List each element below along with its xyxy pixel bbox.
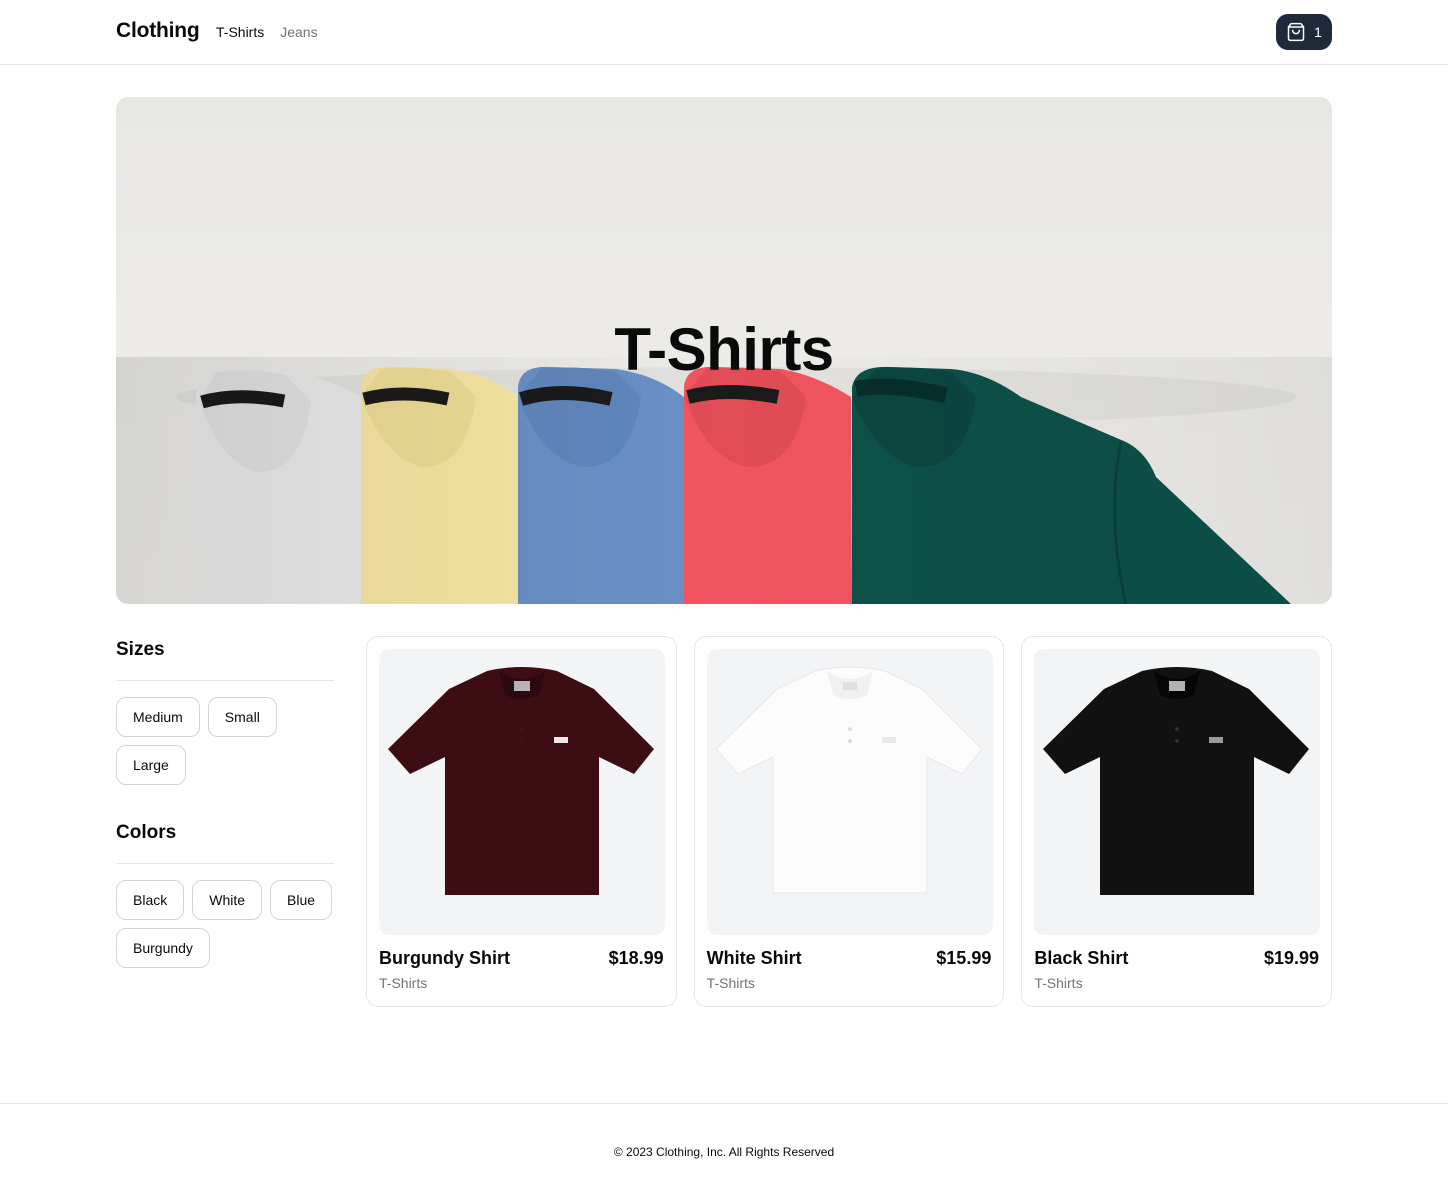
nav-link-jeans[interactable]: Jeans <box>280 24 317 40</box>
product-price: $19.99 <box>1263 948 1320 968</box>
hero-title: T-Shirts <box>614 316 834 383</box>
product-image[interactable] <box>379 649 665 935</box>
colors-filter: Colors Black White Blue Burgundy <box>116 819 334 968</box>
color-chip-white[interactable]: White <box>192 880 263 920</box>
product-card[interactable]: Burgundy Shirt $18.99 T-Shirts <box>366 636 677 1007</box>
size-chip-large[interactable]: Large <box>116 745 186 785</box>
site-logo[interactable]: Clothing <box>116 19 200 43</box>
colors-options: Black White Blue Burgundy <box>116 880 334 968</box>
product-category: T-Shirts <box>379 975 428 991</box>
product-image[interactable] <box>1034 649 1321 935</box>
colors-filter-title: Colors <box>116 822 177 843</box>
filters-panel: Sizes Medium Small Large Colors Black Wh… <box>116 636 334 968</box>
product-name: White Shirt <box>706 948 802 968</box>
product-price: $18.99 <box>608 948 664 968</box>
product-category: T-Shirts <box>1034 975 1083 991</box>
size-chip-small[interactable]: Small <box>207 697 277 737</box>
divider <box>116 680 334 681</box>
product-card[interactable]: White Shirt $15.99 T-Shirts <box>693 636 1005 1007</box>
divider <box>116 863 334 864</box>
product-grid: Burgundy Shirt $18.99 T-Shirts White Shi… <box>366 636 1333 1007</box>
shopping-bag-icon <box>1286 22 1306 42</box>
sizes-options: Medium Small Large <box>116 697 334 785</box>
color-chip-blue[interactable]: Blue <box>270 880 333 920</box>
sizes-filter-title: Sizes <box>116 639 165 660</box>
cart-count: 1 <box>1314 24 1322 40</box>
product-category: T-Shirts <box>706 975 755 991</box>
product-image[interactable] <box>706 649 993 935</box>
copyright-text: © 2023 Clothing, Inc. All Rights Reserve… <box>613 1145 835 1159</box>
product-name: Burgundy Shirt <box>379 948 510 968</box>
color-chip-burgundy[interactable]: Burgundy <box>116 928 210 968</box>
product-name: Black Shirt <box>1034 948 1129 968</box>
sizes-filter: Sizes Medium Small Large <box>116 636 334 785</box>
polo-shirt-image <box>714 666 983 894</box>
size-chip-medium[interactable]: Medium <box>116 697 200 737</box>
product-card[interactable]: Black Shirt $19.99 T-Shirts <box>1021 636 1333 1007</box>
color-chip-black[interactable]: Black <box>116 880 185 920</box>
site-header: Clothing T-Shirts Jeans 1 <box>0 0 1448 65</box>
nav-link-t-shirts[interactable]: T-Shirts <box>216 24 264 40</box>
main-nav: T-Shirts Jeans <box>216 24 318 40</box>
site-footer: © 2023 Clothing, Inc. All Rights Reserve… <box>0 1103 1448 1200</box>
polo-shirt-image <box>388 667 654 895</box>
product-price: $15.99 <box>936 948 992 968</box>
polo-shirt-image <box>1043 667 1310 895</box>
cart-button[interactable]: 1 <box>1276 14 1332 50</box>
hero-billboard: T-Shirts <box>116 97 1332 604</box>
